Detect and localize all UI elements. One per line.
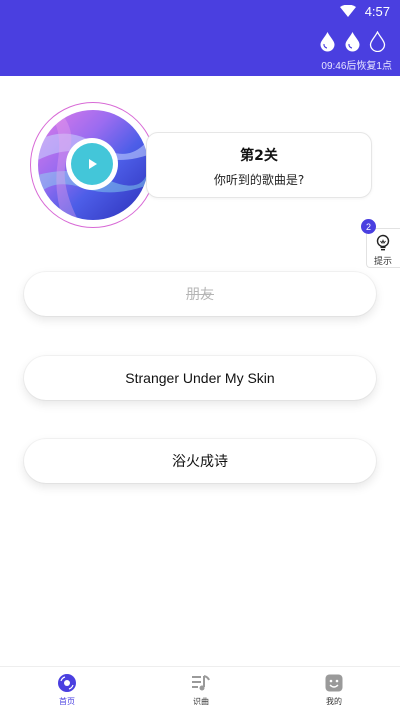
face-icon [325,674,343,692]
drop-icon [320,32,335,52]
nav-songs-label: 识曲 [193,697,209,706]
hint-label: 提示 [373,257,392,267]
nav-mine-label: 我的 [326,697,342,706]
lives-indicator [319,31,386,52]
level-title: 第2关 [240,148,278,164]
record-icon [58,674,76,692]
nav-songs[interactable]: 识曲 [161,667,241,710]
status-time: 4:57 [364,4,390,19]
drop-outline-icon [369,31,386,52]
answer-option-3[interactable]: 浴火成诗 [24,439,376,483]
question-text: 你听到的歌曲是? [213,173,305,187]
recover-timer: 09:46后恢复1点 [321,61,392,72]
drop-icon [345,32,360,52]
top-header: 4:57 09:46后恢复1点 [0,0,400,76]
hint-count-badge: 2 [361,219,376,234]
nav-home[interactable]: 首页 [27,667,107,710]
play-button[interactable] [66,138,118,190]
nav-mine[interactable]: 我的 [294,667,374,710]
bottom-nav: 首页 识曲 我的 [0,666,400,710]
answer-option-1[interactable]: 朋友 [24,272,376,316]
play-icon [89,159,97,169]
lightbulb-icon [376,234,390,251]
wifi-icon [340,5,356,17]
music-list-icon [192,675,210,691]
question-card: 第2关 你听到的歌曲是? [146,132,372,198]
nav-home-label: 首页 [59,697,75,706]
answer-option-2[interactable]: Stranger Under My Skin [24,356,376,400]
